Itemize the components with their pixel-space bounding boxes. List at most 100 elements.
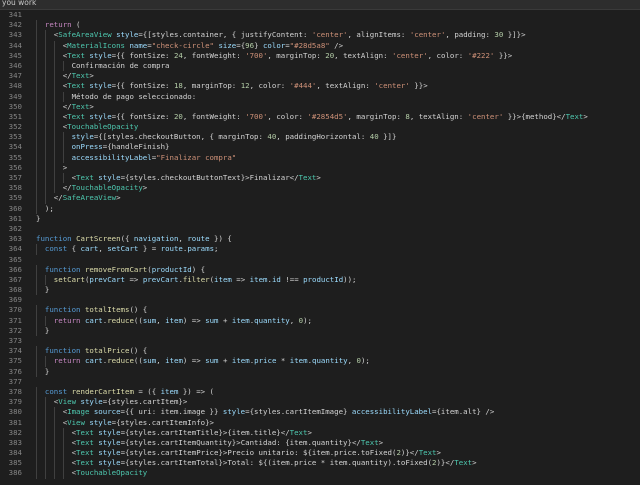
indent-guide bbox=[44, 427, 46, 438]
code-line[interactable]: 382 <Text style={styles.cartItemTitle}>{i… bbox=[0, 427, 640, 438]
code-line[interactable]: 371 return cart.reduce((sum, item) => sum… bbox=[0, 315, 640, 326]
code-token: prevCart bbox=[89, 274, 126, 284]
code-line[interactable]: 386 <TouchableOpacity bbox=[0, 468, 640, 479]
line-number: 383 bbox=[8, 437, 22, 447]
window-title: you work bbox=[2, 0, 37, 7]
code-token: View bbox=[58, 397, 77, 407]
code-token: TouchableOpacity bbox=[67, 122, 139, 132]
code-token: 'center' bbox=[392, 50, 428, 60]
code-line[interactable]: 377 bbox=[0, 377, 640, 387]
code-line[interactable]: 341 bbox=[0, 10, 640, 20]
code-line[interactable]: 378 const renderCartItem = ({ item }) => … bbox=[0, 386, 640, 398]
line-number: 373 bbox=[8, 336, 22, 345]
code-line[interactable]: 344 <MaterialIcons name="check-circle" si… bbox=[0, 40, 640, 51]
line-number: 380 bbox=[8, 407, 22, 417]
code-line[interactable]: 354 onPress={handleFinish} bbox=[0, 142, 640, 153]
code-editor[interactable]: 341 342 return (343 <SafeAreaView style={[s… bbox=[0, 10, 640, 485]
code-text: function CartScreen({ navigation, route … bbox=[36, 234, 232, 244]
code-line[interactable]: 380 <Image source={{ uri: item.image }} s… bbox=[0, 407, 640, 418]
line-number: 384 bbox=[8, 448, 22, 458]
code-token: '#444' bbox=[289, 81, 317, 91]
code-token: item bbox=[231, 315, 250, 325]
indent-guide bbox=[44, 40, 46, 51]
indent-guide bbox=[62, 458, 64, 469]
code-line[interactable]: 369 bbox=[0, 295, 640, 305]
line-number: 369 bbox=[8, 295, 22, 305]
code-line[interactable]: 379 <View style={styles.cartItem}> bbox=[0, 397, 640, 408]
line-number: 375 bbox=[8, 356, 22, 366]
code-line[interactable]: 348 <Text style={{ fontSize: 18, marginTo… bbox=[0, 81, 640, 92]
code-line[interactable]: 351 <Text style={{ fontSize: 20, fontWeig… bbox=[0, 111, 640, 123]
code-line[interactable]: 384 <Text style={styles.cartItemPrice}>Pr… bbox=[0, 448, 640, 459]
code-line[interactable]: 359 </SafeAreaView> bbox=[0, 193, 640, 204]
code-line[interactable]: 358 </TouchableOpacity> bbox=[0, 183, 640, 194]
code-text: <Text style={styles.checkoutButtonText}>… bbox=[72, 173, 321, 183]
code-line[interactable]: 343 <SafeAreaView style={[styles.containe… bbox=[0, 30, 640, 41]
code-token: renderCartItem bbox=[71, 386, 134, 396]
indent-guide bbox=[36, 458, 37, 469]
code-token: cart bbox=[84, 356, 103, 366]
code-token: name bbox=[125, 40, 148, 50]
code-line[interactable]: 365 bbox=[0, 255, 640, 265]
code-line[interactable]: 372} bbox=[0, 325, 640, 336]
code-line[interactable]: 352 <TouchableOpacity bbox=[0, 122, 640, 133]
code-line[interactable]: 350 </Text> bbox=[0, 101, 640, 112]
line-number: 366 bbox=[8, 264, 22, 274]
code-line[interactable]: 353 style={[styles.checkoutButton, { marg… bbox=[0, 132, 640, 143]
indent-guide bbox=[36, 427, 37, 438]
code-line[interactable]: 362 bbox=[0, 224, 640, 234]
code-line[interactable]: 383 <Text style={styles.cartItemQuantity}… bbox=[0, 437, 640, 449]
code-token: Método de pago seleccionado: bbox=[71, 91, 197, 101]
code-token: sum bbox=[205, 356, 219, 366]
code-line[interactable]: 367 setCart(prevCart => prevCart.filter(i… bbox=[0, 274, 640, 286]
indent-guide bbox=[53, 407, 55, 418]
code-line[interactable]: 376} bbox=[0, 366, 640, 377]
code-token: item bbox=[165, 356, 183, 366]
indent-guide bbox=[44, 101, 46, 112]
code-token: item bbox=[249, 274, 268, 284]
code-line[interactable]: 356 > bbox=[0, 162, 640, 173]
code-line[interactable]: 375 return cart.reduce((sum, item) => sum… bbox=[0, 356, 640, 367]
indent-guide bbox=[36, 315, 37, 326]
code-line[interactable]: 357 <Text style={styles.checkoutButtonTex… bbox=[0, 173, 640, 184]
code-token: style bbox=[93, 437, 121, 447]
indent-guide bbox=[62, 427, 64, 438]
code-line[interactable]: 345 <Text style={{ fontSize: 24, fontWeig… bbox=[0, 50, 640, 61]
line-number: 367 bbox=[8, 274, 22, 284]
indent-guide bbox=[36, 274, 37, 286]
code-token: style bbox=[84, 417, 112, 427]
code-line[interactable]: 381 <View style={styles.cartItemInfo}> bbox=[0, 417, 640, 428]
code-token: SafeAreaView bbox=[58, 30, 112, 40]
code-text: } bbox=[45, 285, 49, 295]
code-line[interactable]: 368} bbox=[0, 285, 640, 296]
code-line[interactable]: 360); bbox=[0, 203, 640, 214]
code-line[interactable]: 342 return ( bbox=[0, 20, 640, 31]
code-line[interactable]: 366 function removeFromCart(productId) { bbox=[0, 264, 640, 275]
code-token: , color: bbox=[427, 50, 468, 60]
indent-guide bbox=[36, 122, 37, 133]
code-line[interactable]: 349 Método de pago seleccionado: bbox=[0, 91, 640, 102]
code-token: </ bbox=[53, 193, 63, 203]
code-line[interactable]: 355 accessibilityLabel="Finalizar compra" bbox=[0, 152, 640, 163]
line-number: 354 bbox=[8, 142, 22, 152]
code-line[interactable]: 361} bbox=[0, 214, 640, 224]
code-token: style bbox=[93, 458, 121, 468]
code-text: <View style={styles.cartItem}> bbox=[54, 397, 188, 407]
indent-guide bbox=[62, 448, 64, 459]
code-line[interactable]: 363 function CartScreen({ navigation, rou… bbox=[0, 234, 640, 244]
code-line[interactable]: 374 function totalPrice() { bbox=[0, 346, 640, 357]
code-line[interactable]: 373 bbox=[0, 336, 640, 346]
code-line[interactable]: 370 function totalItems() { bbox=[0, 305, 640, 316]
code-token: ={styles.cartItemPrice}>Precio unitario:… bbox=[120, 448, 397, 458]
code-token: style bbox=[76, 397, 103, 407]
code-token: 20 bbox=[325, 50, 335, 60]
indent-guide bbox=[53, 448, 55, 459]
code-line[interactable]: 364 const { cart, setCart } = route.param… bbox=[0, 244, 640, 255]
code-token: "#28d5a8" bbox=[289, 40, 330, 50]
code-line[interactable]: 385 <Text style={styles.cartItemTotal}>To… bbox=[0, 458, 640, 469]
code-token: style bbox=[84, 111, 112, 121]
code-line[interactable]: 346 Confirmación de compra bbox=[0, 60, 640, 72]
code-token: size bbox=[214, 40, 237, 50]
line-number: 357 bbox=[8, 173, 22, 182]
code-line[interactable]: 347 </Text> bbox=[0, 71, 640, 82]
